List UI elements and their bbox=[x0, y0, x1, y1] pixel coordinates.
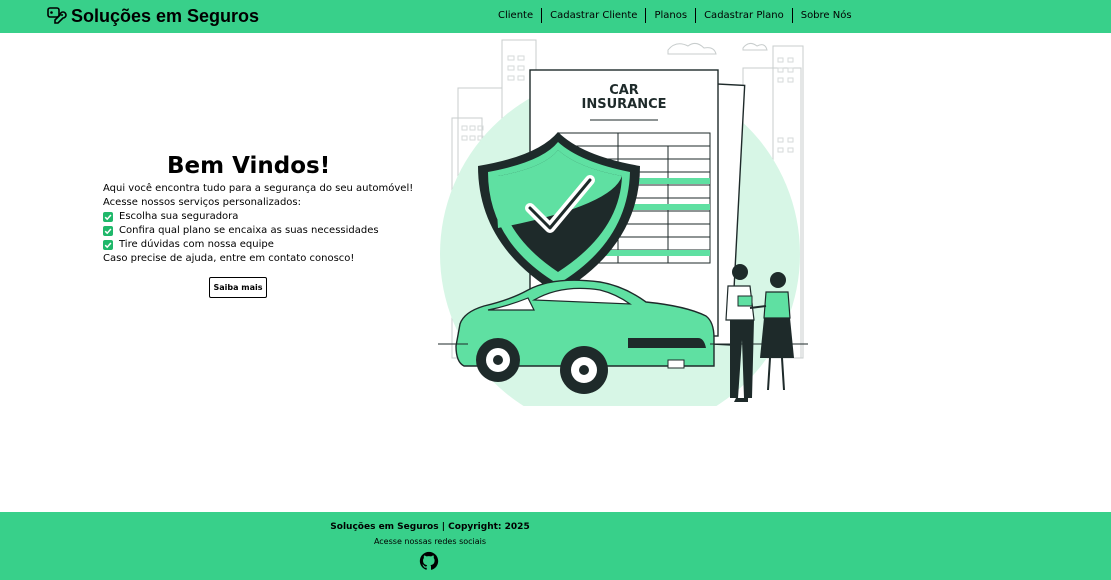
nav-item-cadastrar-plano[interactable]: Cadastrar Plano bbox=[696, 7, 792, 24]
help-text: Caso precise de ajuda, entre em contato … bbox=[103, 253, 355, 264]
feature-text: Confira qual plano se encaixa as suas ne… bbox=[119, 225, 379, 236]
checkbox-checked-icon bbox=[103, 240, 113, 250]
intro-section: Bem Vindos! Aqui você encontra tudo para… bbox=[103, 150, 414, 266]
nav-item-planos[interactable]: Planos bbox=[646, 7, 695, 24]
nav-item-cliente[interactable]: Cliente bbox=[490, 7, 541, 24]
feature-text: Escolha sua seguradora bbox=[119, 211, 239, 222]
feature-item: Confira qual plano se encaixa as suas ne… bbox=[103, 224, 403, 238]
services-heading: Acesse nossos serviços personalizados: bbox=[103, 197, 302, 208]
intro-text: Aqui você encontra tudo para a segurança… bbox=[103, 183, 414, 194]
checkbox-checked-icon bbox=[103, 226, 113, 236]
nav-item-sobre-nos[interactable]: Sobre Nós bbox=[793, 7, 860, 24]
footer-social-text: Acesse nossas redes sociais bbox=[373, 537, 487, 546]
checkbox-checked-icon bbox=[103, 212, 113, 222]
doc-title-insurance: INSURANCE bbox=[581, 97, 666, 112]
saiba-mais-button[interactable]: Saiba mais bbox=[209, 277, 267, 298]
github-icon[interactable] bbox=[418, 550, 440, 572]
nav-item-cadastrar-cliente[interactable]: Cadastrar Cliente bbox=[542, 7, 645, 24]
page-title: Bem Vindos! bbox=[167, 153, 331, 179]
brand-title: Soluções em Seguros bbox=[71, 6, 260, 26]
footer-copyright: Soluções em Seguros | Copyright: 2025 bbox=[330, 522, 530, 532]
feature-item: Tire dúvidas com nossa equipe bbox=[103, 238, 403, 252]
feature-text: Tire dúvidas com nossa equipe bbox=[119, 239, 274, 250]
car-insurance-illustration: CAR INSURANCE bbox=[438, 39, 808, 406]
header: Soluções em Seguros Cliente Cadastrar Cl… bbox=[0, 0, 1111, 33]
brand[interactable]: Soluções em Seguros bbox=[46, 4, 259, 28]
feature-item: Escolha sua seguradora bbox=[103, 210, 403, 224]
main-nav: Cliente Cadastrar Cliente Planos Cadastr… bbox=[490, 7, 860, 24]
footer: Soluções em Seguros | Copyright: 2025 Ac… bbox=[0, 512, 1111, 580]
doc-title-car: CAR bbox=[609, 83, 639, 98]
car-key-icon bbox=[47, 7, 67, 24]
